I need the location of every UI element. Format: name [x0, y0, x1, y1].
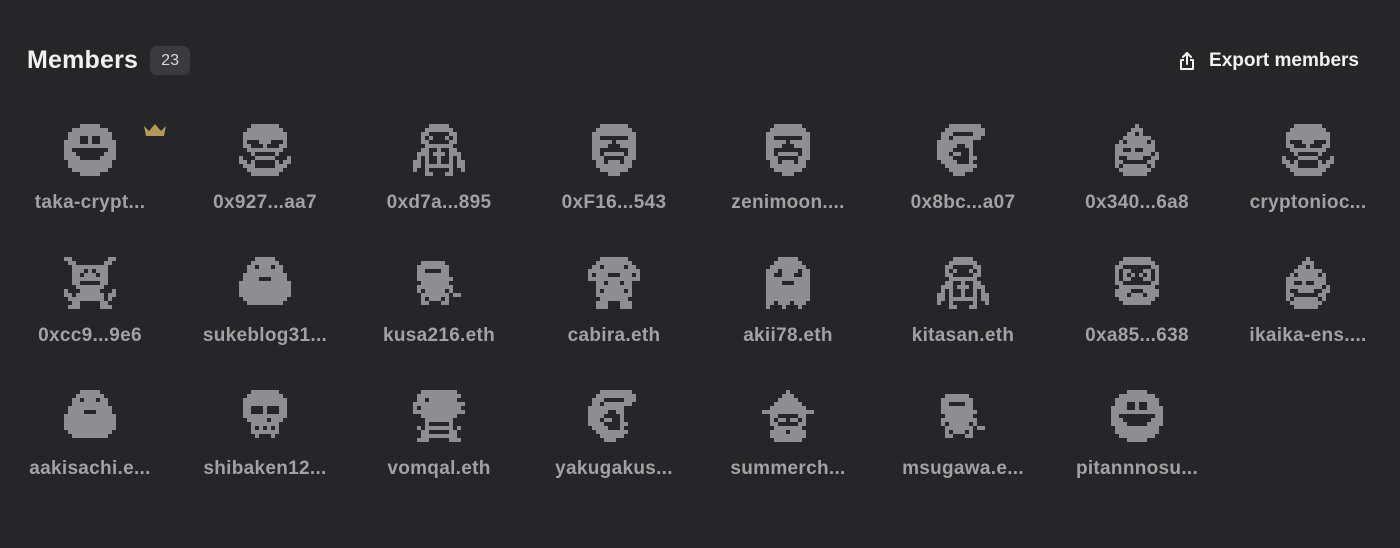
member-avatar-hooded-figure: [413, 124, 465, 176]
member-card[interactable]: taka-crypt...: [10, 110, 170, 220]
member-card[interactable]: aakisachi.e...: [10, 376, 170, 486]
member-card[interactable]: cabira.eth: [534, 243, 694, 353]
member-name[interactable]: 0xF16...543: [534, 192, 694, 214]
member-name[interactable]: akii78.eth: [708, 325, 868, 347]
member-name[interactable]: pitannnosu...: [1057, 458, 1217, 480]
share-export-icon: [1180, 51, 1195, 70]
member-card[interactable]: vomqal.eth: [359, 376, 519, 486]
member-avatar-hooded-figure: [937, 257, 989, 309]
member-avatar-horned-creature: [64, 257, 116, 309]
member-card[interactable]: msugawa.e...: [883, 376, 1043, 486]
member-avatar-alien-face: [239, 124, 291, 176]
member-name[interactable]: aakisachi.e...: [10, 458, 170, 480]
member-card[interactable]: 0x927...aa7: [185, 110, 345, 220]
member-avatar-goggles-creature: [1111, 257, 1163, 309]
member-name[interactable]: vomqal.eth: [359, 458, 519, 480]
member-avatar-bearded-sunglasses-face: [588, 124, 640, 176]
member-name[interactable]: taka-crypt...: [10, 192, 170, 214]
member-avatar-frog-creature: [413, 390, 465, 442]
members-header: Members 23: [27, 46, 190, 75]
member-card[interactable]: yakugakus...: [534, 376, 694, 486]
member-card[interactable]: 0xF16...543: [534, 110, 694, 220]
member-avatar-ninja-gun: [413, 257, 465, 309]
member-name[interactable]: 0x927...aa7: [185, 192, 345, 214]
member-avatar-bearded-sunglasses-face: [762, 124, 814, 176]
member-avatar-mushroom-creature: [588, 257, 640, 309]
member-name[interactable]: kitasan.eth: [883, 325, 1043, 347]
member-card[interactable]: pitannnosu...: [1057, 376, 1217, 486]
member-name[interactable]: shibaken12...: [185, 458, 345, 480]
member-name[interactable]: kusa216.eth: [359, 325, 519, 347]
member-card[interactable]: akii78.eth: [708, 243, 868, 353]
member-name[interactable]: sukeblog31...: [185, 325, 345, 347]
member-name[interactable]: 0xa85...638: [1057, 325, 1217, 347]
member-avatar-smiley-face: [64, 124, 116, 176]
crown-icon: [144, 124, 166, 136]
member-card[interactable]: summerch...: [708, 376, 868, 486]
member-avatar-alien-face: [1282, 124, 1334, 176]
member-card[interactable]: 0xcc9...9e6: [10, 243, 170, 353]
member-avatar-side-profile-face: [937, 124, 989, 176]
member-name[interactable]: cabira.eth: [534, 325, 694, 347]
member-name[interactable]: 0xd7a...895: [359, 192, 519, 214]
member-name[interactable]: zenimoon....: [708, 192, 868, 214]
member-card[interactable]: cryptonioc...: [1228, 110, 1388, 220]
member-name[interactable]: 0xcc9...9e6: [10, 325, 170, 347]
member-card[interactable]: 0xa85...638: [1057, 243, 1217, 353]
member-avatar-skull: [239, 390, 291, 442]
member-name[interactable]: 0x340...6a8: [1057, 192, 1217, 214]
export-members-label: Export members: [1209, 50, 1359, 71]
member-name[interactable]: 0x8bc...a07: [883, 192, 1043, 214]
member-avatar-blob-creature: [64, 390, 116, 442]
member-card[interactable]: kitasan.eth: [883, 243, 1043, 353]
member-card[interactable]: kusa216.eth: [359, 243, 519, 353]
member-avatar-flame-creature: [1282, 257, 1334, 309]
member-card[interactable]: 0xd7a...895: [359, 110, 519, 220]
page-title: Members: [27, 46, 139, 74]
member-avatar-ghost: [762, 257, 814, 309]
member-card[interactable]: ikaika-ens....: [1228, 243, 1388, 353]
member-name[interactable]: ikaika-ens....: [1228, 325, 1388, 347]
member-card[interactable]: 0x8bc...a07: [883, 110, 1043, 220]
member-name[interactable]: cryptonioc...: [1228, 192, 1388, 214]
export-members-button[interactable]: Export members: [1179, 46, 1359, 76]
member-avatar-side-profile-face: [588, 390, 640, 442]
member-card[interactable]: 0x340...6a8: [1057, 110, 1217, 220]
member-avatar-ninja-gun: [937, 390, 989, 442]
member-avatar-blob-creature: [239, 257, 291, 309]
member-card[interactable]: zenimoon....: [708, 110, 868, 220]
member-card[interactable]: sukeblog31...: [185, 243, 345, 353]
member-name[interactable]: summerch...: [708, 458, 868, 480]
member-name[interactable]: yakugakus...: [534, 458, 694, 480]
member-avatar-flame-creature: [1111, 124, 1163, 176]
member-avatar-smiley-face: [1111, 390, 1163, 442]
member-avatar-witch: [762, 390, 814, 442]
member-name[interactable]: msugawa.e...: [883, 458, 1043, 480]
member-count-badge: 23: [150, 46, 190, 75]
member-card[interactable]: shibaken12...: [185, 376, 345, 486]
